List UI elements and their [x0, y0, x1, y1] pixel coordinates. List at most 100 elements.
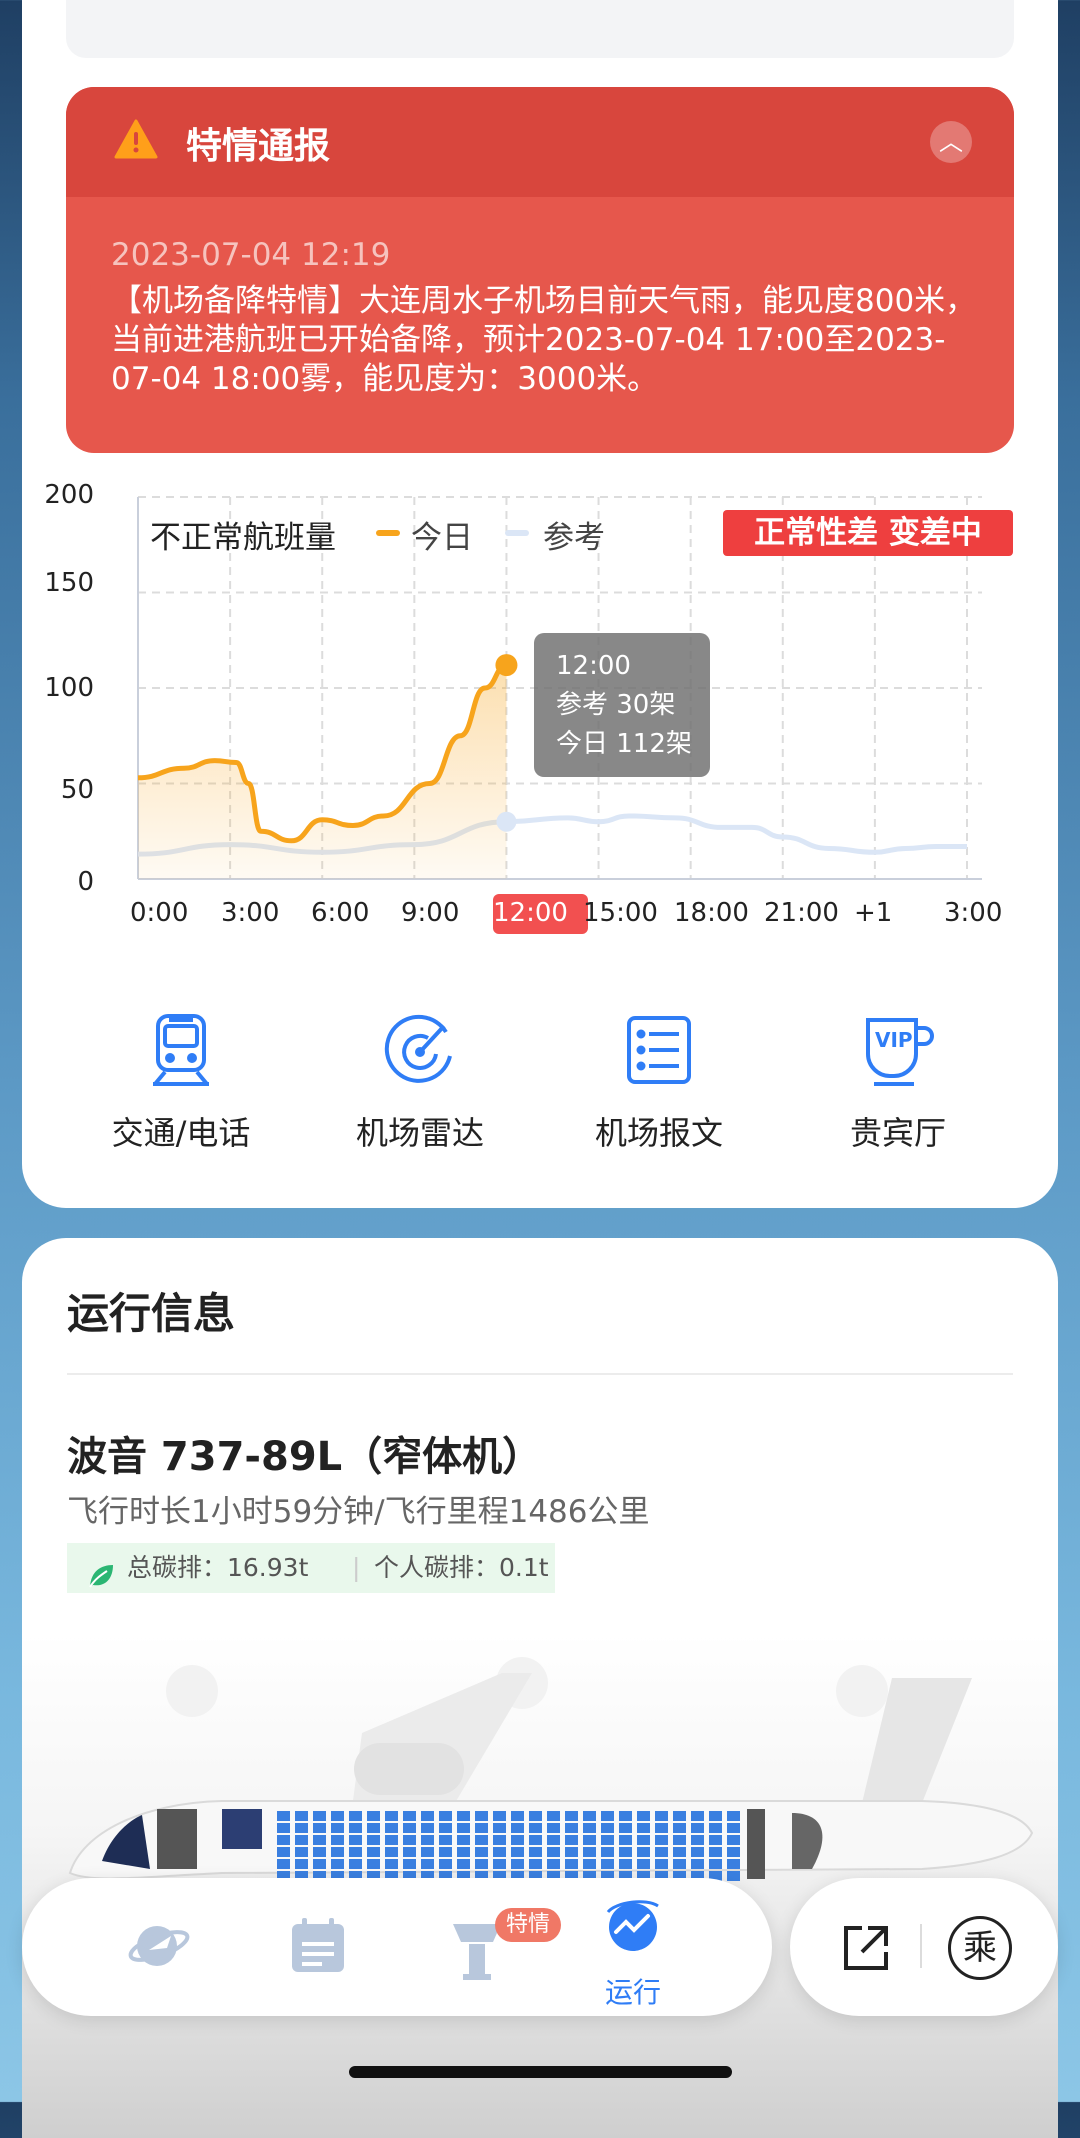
y-tick: 50 [60, 775, 94, 805]
seat [331, 1823, 344, 1833]
seat [457, 1823, 470, 1833]
seat [637, 1859, 650, 1869]
seat [313, 1811, 326, 1821]
legend-reference: 参考 [543, 520, 605, 556]
seat [439, 1811, 452, 1821]
nav-label-active[interactable]: 运行 [605, 1971, 661, 2011]
seat [295, 1823, 308, 1833]
x-tick: 15:00 [583, 898, 658, 928]
x-tick: 6:00 [311, 898, 370, 928]
special-alert-panel: 特情通报 ︿ 2023-07-04 12:19 【机场备降特情】大连周水子机场目… [66, 87, 1014, 453]
seat [367, 1811, 380, 1821]
trend-icon[interactable] [602, 1896, 664, 1962]
seat [385, 1811, 398, 1821]
seat [331, 1847, 344, 1857]
planet-plane-icon[interactable] [127, 1916, 191, 1980]
seat [367, 1859, 380, 1869]
shortcut-traffic[interactable]: 交通/电话 [61, 1010, 301, 1154]
chevron-up-icon[interactable]: ︿ [930, 121, 972, 163]
seat [565, 1835, 578, 1845]
seat [421, 1859, 434, 1869]
tooltip-ref: 参考 30架 [556, 690, 676, 720]
seat [547, 1859, 560, 1869]
seat [511, 1811, 524, 1821]
seat [403, 1835, 416, 1845]
seat [655, 1847, 668, 1857]
seat [421, 1823, 434, 1833]
legend-swatch-today [376, 530, 400, 536]
seat [619, 1835, 632, 1845]
seat [475, 1823, 488, 1833]
seat [475, 1811, 488, 1821]
seat [439, 1847, 452, 1857]
seat [619, 1811, 632, 1821]
quick-actions-nav: 乘 [790, 1878, 1058, 2016]
seat [457, 1859, 470, 1869]
seat [403, 1811, 416, 1821]
home-indicator [349, 2066, 732, 2078]
y-tick: 200 [44, 480, 94, 510]
seat [601, 1811, 614, 1821]
seat [331, 1859, 344, 1869]
seat [277, 1823, 290, 1833]
share-icon[interactable] [840, 1922, 892, 1978]
tooltip-today: 今日 112架 [556, 729, 692, 759]
seat [457, 1835, 470, 1845]
seat [277, 1811, 290, 1821]
today-point-marker [495, 654, 518, 677]
warning-triangle-icon [114, 119, 158, 163]
seat [493, 1847, 506, 1857]
seat [295, 1859, 308, 1869]
alert-title: 特情通报 [186, 126, 331, 167]
seat [367, 1823, 380, 1833]
shortcut-radar[interactable]: 机场雷达 [300, 1010, 540, 1154]
seat [655, 1823, 668, 1833]
seat [709, 1859, 722, 1869]
shortcut-label: 贵宾厅 [849, 1114, 946, 1152]
seat [475, 1859, 488, 1869]
seat [727, 1859, 740, 1869]
seat [637, 1811, 650, 1821]
seat [601, 1835, 614, 1845]
seat [547, 1847, 560, 1857]
shortcut-label: 交通/电话 [111, 1114, 251, 1152]
leaf-icon [87, 1556, 115, 1606]
seat [583, 1847, 596, 1857]
flight-meta: 飞行时长1小时59分钟/飞行里程1486公里 [67, 1494, 650, 1530]
seat [583, 1823, 596, 1833]
alert-body: 【机场备降特情】大连周水子机场目前天气雨，能见度800米，当前进港航班已开始备降… [111, 283, 977, 397]
irregular-flights-chart[interactable]: 200 150 100 50 0 不正常航班量 今日 参考 正常性差 变差中 0… [0, 470, 1080, 950]
previous-section-bottom [66, 0, 1014, 58]
seat [709, 1847, 722, 1857]
seat [583, 1835, 596, 1845]
seat [673, 1859, 686, 1869]
seat [439, 1823, 452, 1833]
seat [295, 1847, 308, 1857]
seat [349, 1859, 362, 1869]
seat [421, 1811, 434, 1821]
seat [421, 1835, 434, 1845]
seat [691, 1811, 704, 1821]
seat [313, 1847, 326, 1857]
seat [493, 1823, 506, 1833]
seat [547, 1835, 560, 1845]
seat [529, 1859, 542, 1869]
shortcut-vip-lounge[interactable]: VIP 贵宾厅 [778, 1010, 1018, 1154]
chart-tooltip: 12:00 参考 30架 今日 112架 [534, 633, 710, 777]
seat [709, 1823, 722, 1833]
calendar-icon[interactable] [290, 1916, 346, 1978]
seat [457, 1847, 470, 1857]
seat [727, 1847, 740, 1857]
alert-header[interactable]: 特情通报 ︿ [66, 87, 1014, 197]
seat [637, 1823, 650, 1833]
ride-button[interactable]: 乘 [948, 1916, 1012, 1980]
seat [331, 1835, 344, 1845]
shortcut-notam[interactable]: 机场报文 [539, 1010, 779, 1154]
train-icon [141, 1010, 221, 1090]
seat [385, 1823, 398, 1833]
legend-swatch-ref [505, 530, 529, 536]
shortcut-label: 机场雷达 [355, 1114, 484, 1152]
seat [511, 1847, 524, 1857]
carbon-total: 总碳排：16.93t [127, 1553, 309, 1582]
seat [385, 1859, 398, 1869]
